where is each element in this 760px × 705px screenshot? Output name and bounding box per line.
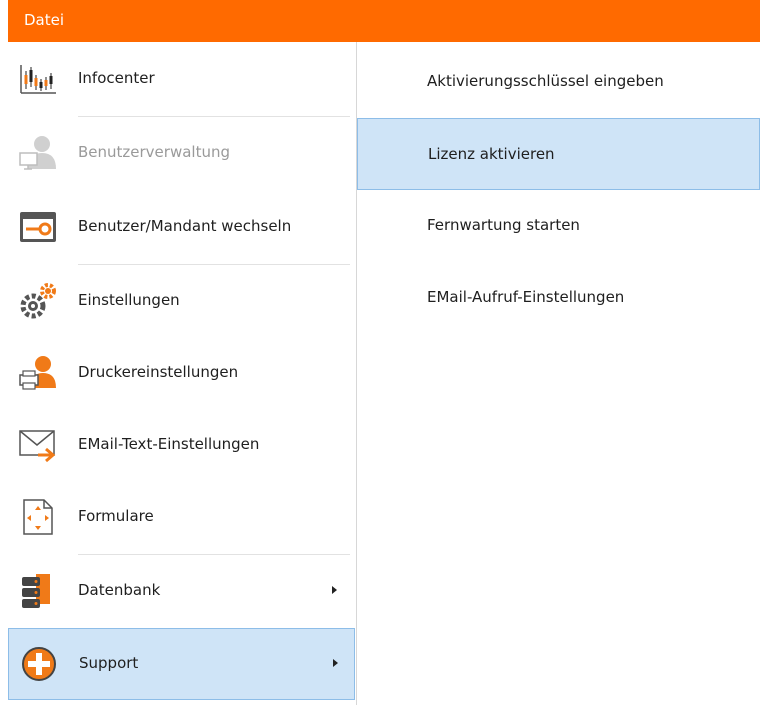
menu-item-benutzer-mandant-wechseln[interactable]: Benutzer/Mandant wechseln: [8, 192, 355, 264]
submenu-item-fernwartung-starten[interactable]: Fernwartung starten: [357, 190, 760, 262]
submenu-item-email-aufruf-einstellungen[interactable]: EMail-Aufruf-Einstellungen: [357, 262, 760, 334]
key-switch-icon: [18, 207, 58, 247]
user-management-icon: [18, 133, 58, 173]
mail-arrow-icon: [18, 425, 58, 465]
submenu-item-label: Lizenz aktivieren: [428, 145, 555, 163]
menu-item-email-text-einstellungen[interactable]: EMail-Text-Einstellungen: [8, 410, 355, 482]
chart-candlestick-icon: [18, 59, 58, 99]
submenu-item-label: EMail-Aufruf-Einstellungen: [427, 288, 625, 306]
form-document-icon: [18, 497, 58, 537]
support-submenu: Aktivierungsschlüssel eingeben Lizenz ak…: [357, 42, 760, 705]
submenu-arrow-icon: [332, 586, 337, 594]
menu-item-benutzerverwaltung[interactable]: Benutzerverwaltung: [8, 118, 355, 190]
menu-item-label: Support: [79, 654, 139, 672]
menu-item-label: Formulare: [78, 507, 154, 525]
support-plus-icon: [19, 644, 59, 684]
menu-item-einstellungen[interactable]: Einstellungen: [8, 266, 355, 338]
submenu-item-aktivierungsschluessel[interactable]: Aktivierungsschlüssel eingeben: [357, 46, 760, 118]
menu-item-datenbank[interactable]: Datenbank: [8, 556, 355, 628]
menu-item-formulare[interactable]: Formulare: [8, 482, 355, 554]
submenu-item-lizenz-aktivieren[interactable]: Lizenz aktivieren: [357, 118, 760, 190]
menu-item-label: Einstellungen: [78, 291, 180, 309]
menu-separator: [78, 264, 350, 265]
menu-item-infocenter[interactable]: Infocenter: [8, 44, 355, 116]
menu-item-druckereinstellungen[interactable]: Druckereinstellungen: [8, 338, 355, 410]
menu-item-label: Druckereinstellungen: [78, 363, 239, 381]
menu-item-label: Benutzer/Mandant wechseln: [78, 217, 292, 235]
menu-separator: [78, 554, 350, 555]
backstage-header: Datei: [8, 0, 760, 42]
submenu-item-label: Aktivierungsschlüssel eingeben: [427, 72, 664, 90]
tab-datei[interactable]: Datei: [24, 11, 64, 29]
gears-icon: [18, 281, 58, 321]
menu-item-label: EMail-Text-Einstellungen: [78, 435, 260, 453]
submenu-item-label: Fernwartung starten: [427, 216, 580, 234]
database-icon: [18, 571, 58, 611]
backstage-menu: Infocenter Benutzerverwaltung Benutzer/M…: [8, 42, 357, 705]
menu-item-label: Datenbank: [78, 581, 161, 599]
menu-separator: [78, 116, 350, 117]
menu-item-label: Infocenter: [78, 69, 155, 87]
menu-item-support[interactable]: Support: [8, 628, 355, 700]
printer-user-icon: [18, 353, 58, 393]
menu-item-label: Benutzerverwaltung: [78, 143, 230, 161]
submenu-arrow-icon: [333, 659, 338, 667]
